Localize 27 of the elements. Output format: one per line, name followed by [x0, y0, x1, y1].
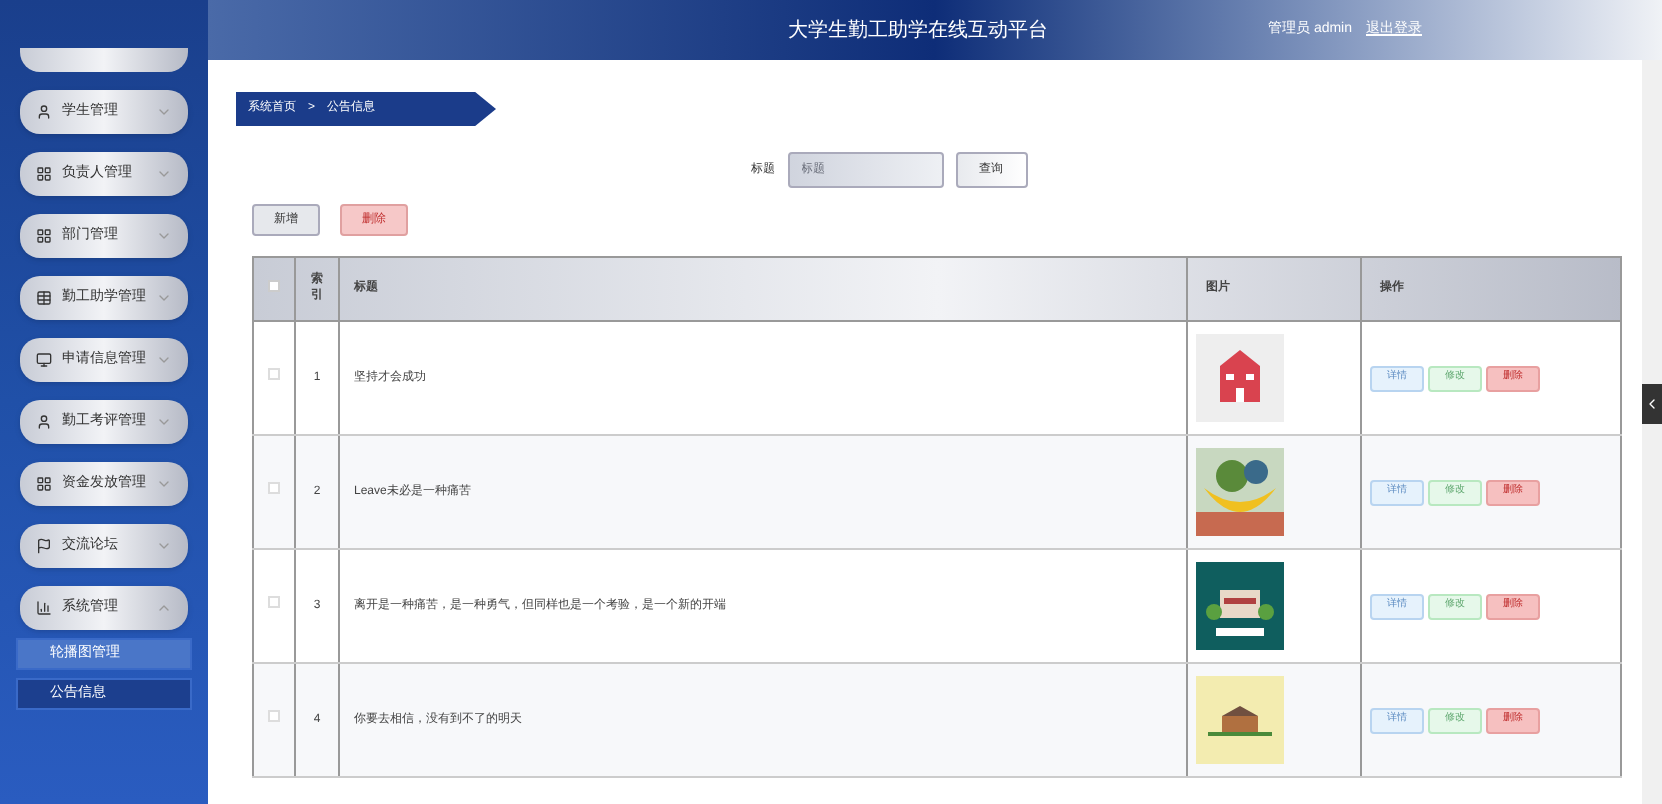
chevron-icon: [156, 166, 172, 182]
menu-icon: [36, 228, 52, 244]
chevron-icon: [156, 104, 172, 120]
chevron-icon: [156, 538, 172, 554]
menu-icon: [36, 104, 52, 120]
row-checkbox[interactable]: [268, 596, 280, 608]
menu-icon: [36, 290, 52, 306]
collapse-tab[interactable]: [1642, 384, 1662, 424]
menu-icon: [36, 166, 52, 182]
chevron-icon: [156, 290, 172, 306]
chevron-icon: [156, 414, 172, 430]
chevron-icon: [156, 600, 172, 616]
menu-icon: [36, 476, 52, 492]
row-checkbox[interactable]: [268, 368, 280, 380]
row-checkbox[interactable]: [268, 710, 280, 722]
row-checkbox[interactable]: [268, 482, 280, 494]
menu-icon: [36, 414, 52, 430]
select-all-checkbox[interactable]: [268, 280, 280, 293]
menu-icon: [36, 538, 52, 554]
site-title: 大学生勤工助学在线互动平台: [788, 17, 1048, 45]
chevron-icon: [1644, 396, 1660, 412]
menu-icon: [36, 352, 52, 368]
scrollbar[interactable]: [1642, 60, 1662, 804]
menu-icon: [36, 600, 52, 616]
chevron-icon: [156, 228, 172, 244]
chevron-icon: [156, 352, 172, 368]
chevron-icon: [156, 476, 172, 492]
